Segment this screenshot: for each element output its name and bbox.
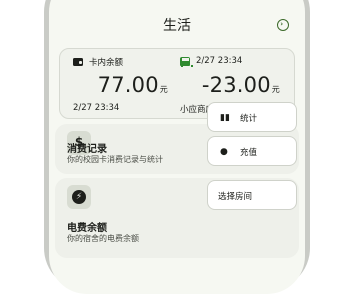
bolt-icon: ⚡ [72,190,86,204]
app-bar: 生活 › [49,0,305,46]
consumption-title: 消费记录 [67,144,107,155]
transaction-time: 2/27 23:34 [196,56,243,66]
electricity-subtitle: 你的宿舍的电费余额 [67,234,139,243]
transaction-amount: -23.00元 [201,73,280,97]
wallet-icon [73,58,83,66]
logout-icon[interactable]: › [277,19,289,31]
card-balance-amount: 77.00元 [97,73,168,97]
recharge-button[interactable]: ● 充值 [207,136,297,166]
consumption-subtitle: 你的校园卡消费记录与统计 [67,155,163,164]
page-title: 生活 [163,18,191,34]
electricity-title: 电费余额 [67,223,107,234]
electricity-icon-tile: ⚡ [67,185,91,209]
select-room-button[interactable]: 选择房间 [207,180,297,210]
balance-time: 2/27 23:34 [73,103,120,113]
card-balance-section: 卡内余额 77.00元 2/27 23:34 [60,49,178,120]
bus-icon [180,56,193,67]
phone-screen: 生活 › 卡内余额 77.00元 2/27 23:34 2/27 23:34 -… [49,0,305,294]
stats-button[interactable]: ▮▮ 统计 [207,102,297,132]
piggy-bank-icon: ● [220,147,228,157]
card-balance-label: 卡内余额 [89,58,124,68]
stats-icon: ▮▮ [220,113,230,123]
